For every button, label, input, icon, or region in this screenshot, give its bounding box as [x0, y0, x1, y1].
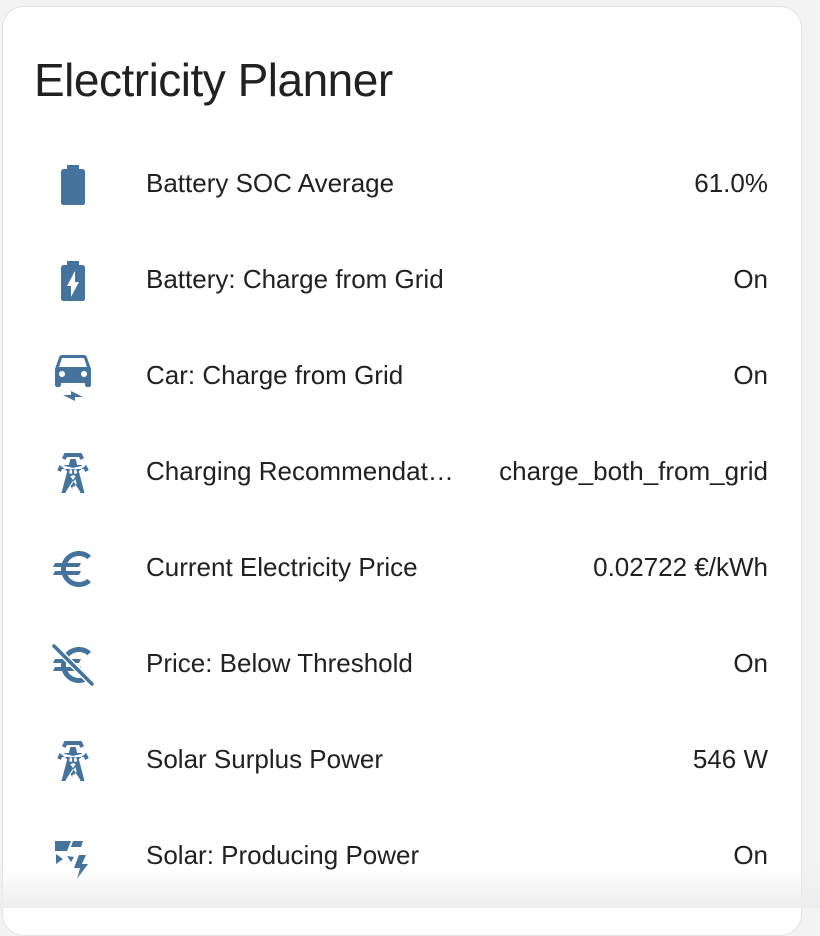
- solar-power-icon: [49, 833, 97, 881]
- battery-charging-icon: [49, 257, 97, 305]
- entity-state: On: [733, 615, 768, 711]
- entity-state: On: [733, 807, 768, 903]
- euro-off-icon: [49, 641, 97, 689]
- entity-row-car-charge-from-grid[interactable]: Car: Charge from Grid On: [3, 327, 801, 423]
- battery-icon: [49, 161, 97, 209]
- entity-state: 546 W: [693, 711, 768, 807]
- entity-row-current-electricity-price[interactable]: Current Electricity Price 0.02722 €/kWh: [3, 519, 801, 615]
- entity-name: Charging Recommendat…: [146, 423, 454, 519]
- entity-state: 0.02722 €/kWh: [593, 519, 768, 615]
- entity-list: Battery SOC Average 61.0% Battery: Charg…: [3, 135, 801, 903]
- entity-name: Battery SOC Average: [146, 135, 394, 231]
- card-title: Electricity Planner: [34, 53, 393, 107]
- entity-name: Car: Charge from Grid: [146, 327, 403, 423]
- entity-name: Current Electricity Price: [146, 519, 418, 615]
- transmission-tower-icon: [49, 449, 97, 497]
- entity-name: Battery: Charge from Grid: [146, 231, 444, 327]
- entity-state: On: [733, 231, 768, 327]
- entity-row-battery-charge-from-grid[interactable]: Battery: Charge from Grid On: [3, 231, 801, 327]
- entity-row-solar-producing-power[interactable]: Solar: Producing Power On: [3, 807, 801, 903]
- entity-name: Solar Surplus Power: [146, 711, 383, 807]
- euro-icon: [49, 545, 97, 593]
- entity-state: charge_both_from_grid: [499, 423, 768, 519]
- entity-name: Price: Below Threshold: [146, 615, 413, 711]
- entity-row-solar-surplus-power[interactable]: Solar Surplus Power 546 W: [3, 711, 801, 807]
- transmission-tower-icon: [49, 737, 97, 785]
- entity-state: On: [733, 327, 768, 423]
- entity-row-battery-soc-average[interactable]: Battery SOC Average 61.0%: [3, 135, 801, 231]
- entities-card: Electricity Planner Battery SOC Average …: [2, 6, 802, 936]
- entity-state: 61.0%: [694, 135, 768, 231]
- entity-row-charging-recommendation[interactable]: Charging Recommendat… charge_both_from_g…: [3, 423, 801, 519]
- car-electric-icon: [49, 353, 97, 401]
- entity-row-price-below-threshold[interactable]: Price: Below Threshold On: [3, 615, 801, 711]
- entity-name: Solar: Producing Power: [146, 807, 419, 903]
